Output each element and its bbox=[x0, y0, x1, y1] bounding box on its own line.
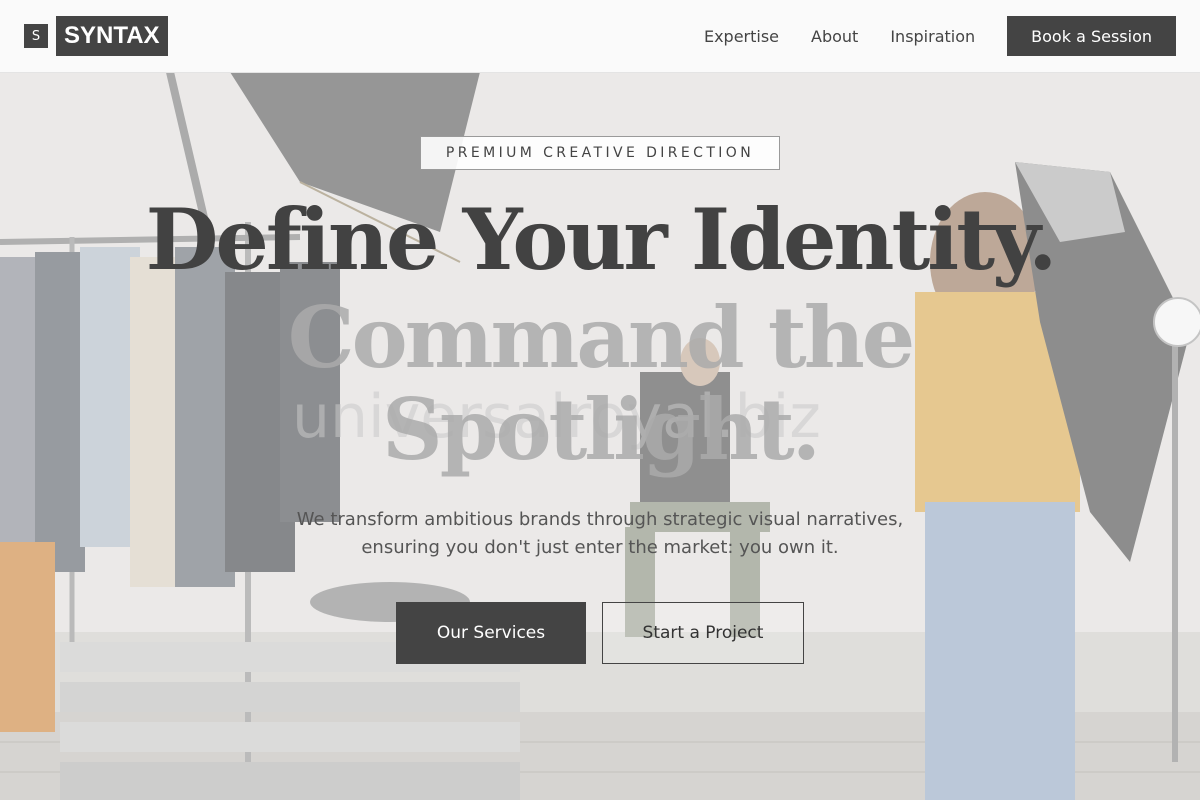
logo-mark: S bbox=[24, 24, 48, 48]
description-line-1: We transform ambitious brands through st… bbox=[296, 509, 904, 530]
hero-headline: Define Your Identity. bbox=[145, 190, 1058, 289]
landing-page: S SYNTAX Expertise About Inspiration Boo… bbox=[0, 0, 1200, 800]
subheadline-line-1: Command the bbox=[287, 288, 915, 387]
eyebrow-badge: PREMIUM CREATIVE DIRECTION bbox=[420, 136, 780, 170]
description-line-2: ensuring you don't just enter the market… bbox=[361, 537, 839, 558]
book-session-button[interactable]: Book a Session bbox=[1007, 16, 1176, 56]
nav-link-expertise[interactable]: Expertise bbox=[704, 27, 779, 46]
site-header: S SYNTAX Expertise About Inspiration Boo… bbox=[0, 0, 1200, 73]
brand-logo[interactable]: S SYNTAX bbox=[24, 16, 168, 56]
hero-subheadline: Command the Spotlight. bbox=[0, 292, 1200, 476]
hero-description: We transform ambitious brands through st… bbox=[250, 506, 950, 562]
logo-wordmark: SYNTAX bbox=[56, 16, 168, 56]
nav-link-about[interactable]: About bbox=[811, 27, 858, 46]
subheadline-line-2: Spotlight. bbox=[382, 380, 821, 479]
nav-link-inspiration[interactable]: Inspiration bbox=[890, 27, 975, 46]
start-project-button[interactable]: Start a Project bbox=[602, 602, 804, 664]
hero-section: PREMIUM CREATIVE DIRECTION universalroya… bbox=[0, 72, 1200, 800]
main-nav: Expertise About Inspiration Book a Sessi… bbox=[704, 16, 1176, 56]
our-services-button[interactable]: Our Services bbox=[396, 602, 586, 664]
